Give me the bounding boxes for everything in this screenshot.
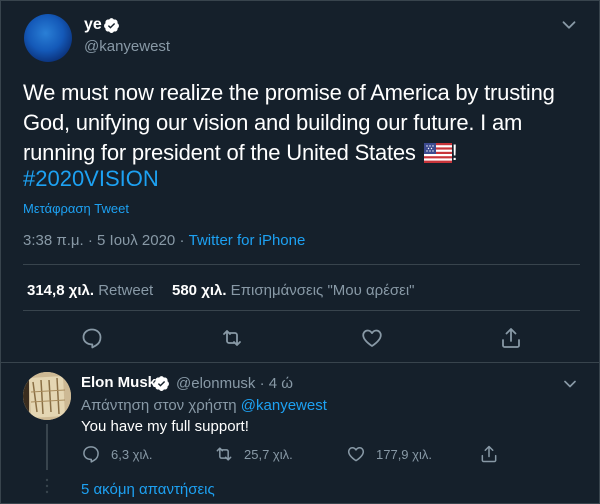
reply-icon[interactable]: [80, 326, 104, 350]
reply-retweet-button[interactable]: 25,7 χιλ.: [214, 444, 293, 464]
reply-count: 6,3 χιλ.: [111, 446, 153, 462]
share-icon: [481, 445, 497, 463]
hashtag-link[interactable]: #2020VISION: [23, 166, 159, 192]
replying-to: Απάντηση στον χρήστη @kanyewest: [81, 397, 327, 414]
tweet-source-link[interactable]: Twitter for iPhone: [189, 232, 306, 249]
reply-icon: [83, 446, 99, 463]
author-handle[interactable]: @kanyewest: [84, 38, 170, 55]
likes-label: Επισημάνσεις "Μου αρέσει": [226, 282, 415, 299]
author-avatar[interactable]: [24, 14, 72, 62]
divider: [23, 310, 580, 311]
retweet-count: 25,7 χιλ.: [244, 446, 293, 462]
tweet-text: We must now realize the promise of Ameri…: [23, 78, 568, 168]
divider: [23, 264, 580, 265]
reply-share-button[interactable]: [479, 444, 509, 464]
tweet-meta: 3:38 π.μ. · 5 Ιουλ 2020 · Twitter for iP…: [23, 232, 305, 249]
reply-author-name[interactable]: Elon Musk: [81, 374, 156, 391]
tweet-text-end: !: [451, 140, 458, 165]
avatar-image: [23, 372, 71, 420]
retweets-label: Retweet: [94, 282, 154, 299]
author-display-name[interactable]: ye: [84, 16, 102, 34]
reply-author-handle-time[interactable]: @elonmusk · 4 ώ: [176, 375, 293, 392]
tweet-timestamp[interactable]: 3:38 π.μ. · 5 Ιουλ 2020 ·: [23, 232, 189, 249]
retweet-icon[interactable]: [220, 326, 244, 350]
thread-dots-icon: [45, 478, 49, 494]
verified-badge-icon: [104, 18, 119, 33]
retweet-icon: [216, 447, 232, 461]
chevron-down-icon[interactable]: [558, 14, 580, 36]
reply-author-avatar[interactable]: [23, 372, 71, 420]
replying-to-mention[interactable]: @kanyewest: [241, 397, 327, 414]
likes-stat[interactable]: 580 χιλ. Επισημάνσεις "Μου αρέσει": [172, 282, 414, 299]
reply-text: You have my full support!: [81, 418, 249, 435]
retweets-stat[interactable]: 314,8 χιλ. Retweet: [27, 282, 153, 299]
more-replies-link[interactable]: 5 ακόμη απαντήσεις: [81, 481, 215, 498]
likes-count: 580 χιλ.: [172, 282, 227, 299]
reply-like-button[interactable]: 177,9 χιλ.: [346, 444, 432, 464]
heart-icon[interactable]: [360, 326, 384, 350]
tweet-text-body: We must now realize the promise of Ameri…: [23, 80, 555, 165]
verified-badge-icon: [154, 376, 169, 391]
heart-icon: [347, 447, 365, 462]
thread-line: [46, 424, 48, 470]
retweets-count: 314,8 χιλ.: [27, 282, 95, 299]
reply-reply-button[interactable]: 6,3 χιλ.: [81, 444, 153, 464]
like-count: 177,9 χιλ.: [376, 446, 432, 462]
divider: [0, 362, 600, 363]
share-icon[interactable]: [499, 326, 523, 350]
replying-to-prefix: Απάντηση στον χρήστη: [81, 397, 241, 414]
translate-tweet-link[interactable]: Μετάφραση Tweet: [23, 201, 129, 216]
us-flag-icon: [423, 143, 452, 163]
chevron-down-icon[interactable]: [560, 374, 580, 394]
